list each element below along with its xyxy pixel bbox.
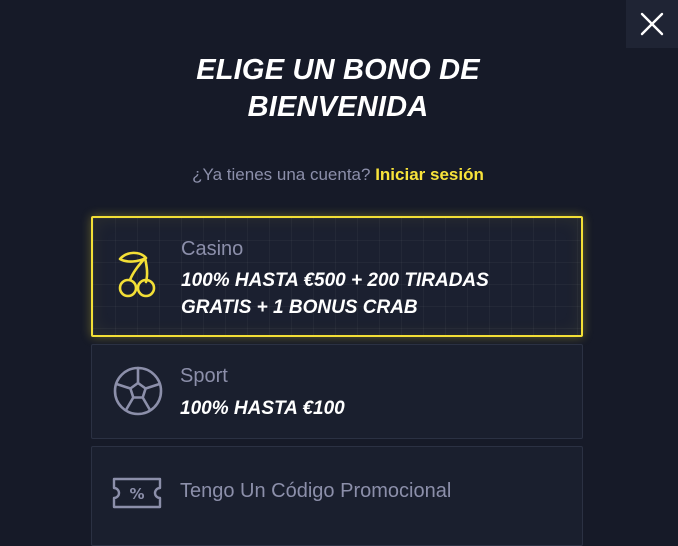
bonus-card-description-line2: GRATIS + 1 BONUS CRAB [181, 297, 418, 318]
dialog-title: ELIGE UN BONO DE BIENVENIDA [0, 52, 676, 126]
close-icon [640, 12, 664, 36]
login-prompt-row: ¿Ya tienes una cuenta? Iniciar sesión [0, 164, 676, 186]
svg-text:%: % [129, 485, 144, 503]
login-prompt-text: ¿Ya tienes una cuenta? [192, 165, 371, 184]
bonus-card-label: Casino [181, 238, 244, 260]
bonus-card-label: Sport [180, 365, 228, 387]
cherries-icon [118, 251, 156, 298]
bonus-card-casino[interactable]: Casino 100% HASTA €500 + 200 TIRADAS GRA… [91, 216, 583, 337]
dialog-title-line2: BIENVENIDA [247, 91, 429, 123]
bonus-card-description: 100% HASTA €100 [180, 398, 345, 419]
dialog-title-line1: ELIGE UN BONO DE [196, 54, 480, 86]
bonus-card-promo-code[interactable]: % Tengo Un Código Promocional [91, 446, 583, 546]
bonus-card-description-line1: 100% HASTA €500 + 200 TIRADAS [181, 270, 489, 291]
bonus-card-label: Tengo Un Código Promocional [180, 480, 452, 502]
close-button[interactable] [626, 0, 678, 48]
login-link[interactable]: Iniciar sesión [375, 165, 484, 184]
promo-ticket-icon: % [112, 477, 162, 509]
soccer-ball-icon [113, 366, 163, 416]
bonus-card-sport[interactable]: Sport 100% HASTA €100 [91, 344, 583, 439]
bonus-card-description: 100% HASTA €500 + 200 TIRADAS GRATIS + 1… [181, 267, 551, 321]
